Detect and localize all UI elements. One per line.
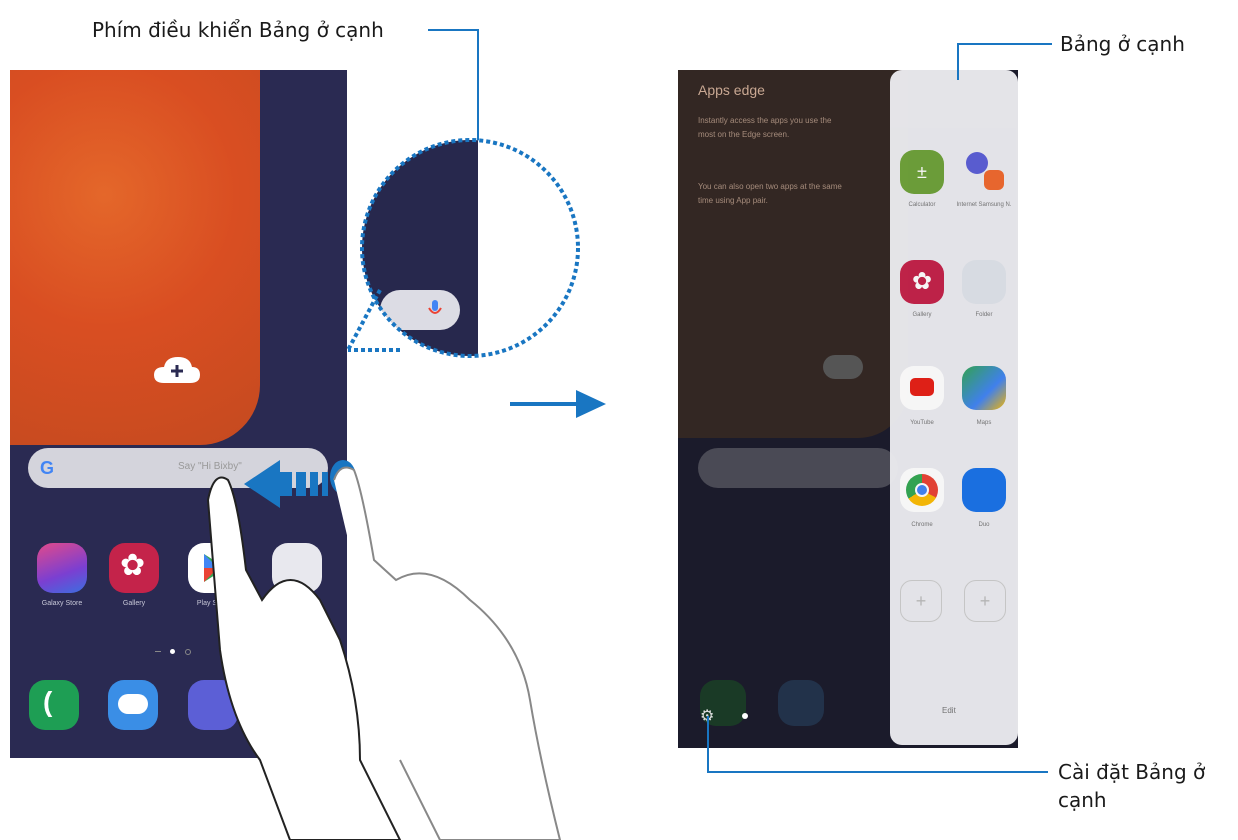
edge-settings-callout-line1: Cài đặt Bảng ở <box>1058 760 1206 784</box>
edge-settings-callout-line2: cạnh <box>1058 788 1107 812</box>
edge-panel-leader-line <box>707 43 1052 773</box>
